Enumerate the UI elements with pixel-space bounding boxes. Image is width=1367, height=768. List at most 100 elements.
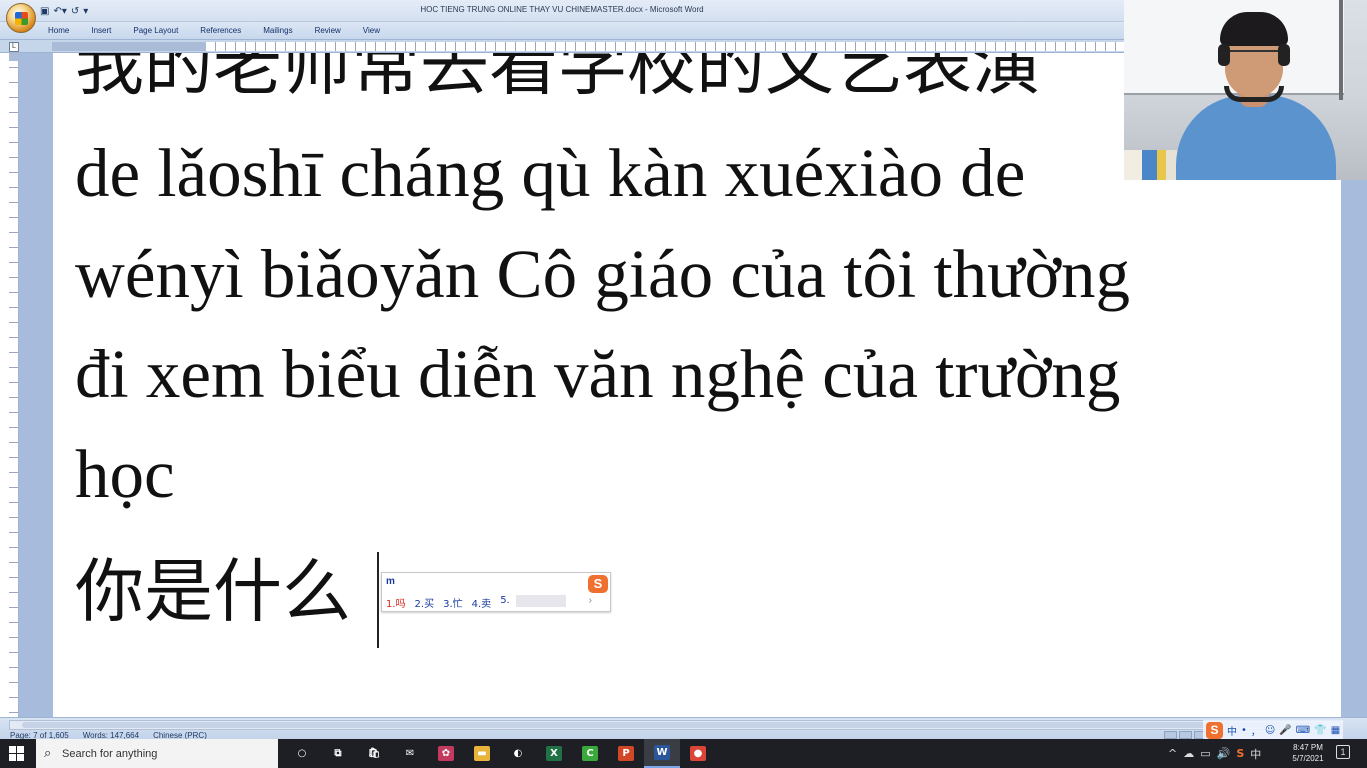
taskbar-app-powerpoint[interactable]: P	[608, 739, 644, 768]
tab-references[interactable]: References	[200, 26, 253, 35]
ime-candidate-5[interactable]: 5.	[500, 595, 510, 610]
powerpoint-icon: P	[618, 746, 634, 761]
tab-review[interactable]: Review	[315, 26, 353, 35]
document-line-2: de lǎoshī cháng qù kàn xuéxiào de	[75, 135, 1026, 211]
toolbox-icon[interactable]: ▦	[1331, 725, 1340, 736]
print-layout-view-button[interactable]	[1164, 731, 1177, 739]
books	[1124, 150, 1184, 180]
sogou-chinese-mode-button[interactable]: 中	[1227, 723, 1237, 738]
system-tray: ^ ☁ ▭ 🔊 S 中	[1168, 739, 1261, 768]
horizontal-ruler[interactable]	[52, 42, 1124, 51]
file-explorer-icon: ▬	[474, 746, 490, 761]
taskbar-app-chrome[interactable]: ●	[680, 739, 716, 768]
battery-icon[interactable]: ▭	[1200, 747, 1210, 760]
task-view-icon: ⧉	[330, 746, 346, 761]
ime-composition: m	[386, 576, 395, 587]
taskbar-app-mail[interactable]: ✉	[392, 739, 428, 768]
webcam-overlay	[1124, 0, 1367, 180]
tab-page-layout[interactable]: Page Layout	[133, 26, 190, 35]
chevron-right-icon[interactable]: ›	[589, 595, 592, 606]
cortana-icon: ○	[294, 746, 310, 761]
skin-icon[interactable]: 👕	[1314, 725, 1326, 736]
clock[interactable]: 8:47 PM 5/7/2021	[1283, 742, 1333, 764]
full-screen-view-button[interactable]	[1179, 731, 1192, 739]
ime-candidate-4[interactable]: 4.卖	[472, 595, 492, 610]
taskbar-app-camtasia[interactable]: C	[572, 739, 608, 768]
taskbar-app-task-view[interactable]: ⧉	[320, 739, 356, 768]
tab-selector-button[interactable]: L	[9, 42, 19, 52]
search-icon: ⌕	[44, 745, 52, 760]
onedrive-icon[interactable]: ☁	[1183, 747, 1194, 760]
office-logo-icon	[15, 12, 28, 25]
horizontal-scrollbar[interactable]	[9, 720, 1341, 730]
taskbar-app-media[interactable]: ◐	[500, 739, 536, 768]
tab-insert[interactable]: Insert	[91, 26, 123, 35]
whiteboard-frame	[1339, 0, 1343, 100]
taskbar-app-word[interactable]: W	[644, 739, 680, 768]
ribbon-tabs: Home Insert Page Layout References Maili…	[48, 26, 402, 35]
chrome-icon: ●	[690, 746, 706, 761]
vertical-ruler[interactable]	[9, 53, 19, 717]
taskbar-search[interactable]: ⌕ Search for anything	[36, 739, 278, 768]
sogou-tray-icon[interactable]: S	[1236, 747, 1244, 760]
tab-mailings[interactable]: Mailings	[263, 26, 304, 35]
office-button[interactable]	[6, 3, 36, 33]
ime-candidate-3[interactable]: 3.忙	[443, 595, 463, 610]
keyboard-icon[interactable]: ⌨	[1296, 725, 1310, 736]
sogou-punctuation-button[interactable]: •	[1241, 725, 1247, 736]
sogou-ime-toolbar: S 中 • ， ☺ 🎤 ⌨ 👕 ▦	[1203, 720, 1344, 740]
status-bar: Page: 7 of 1,605 Words: 147,664 Chinese …	[0, 717, 1367, 740]
taskbar-app-store[interactable]: 🛍	[356, 739, 392, 768]
ime-candidate-1[interactable]: 1.吗	[386, 595, 406, 610]
mail-icon: ✉	[402, 746, 418, 761]
headset-right	[1278, 44, 1290, 66]
presenter-shirt	[1176, 95, 1336, 180]
taskbar-apps: ○ ⧉ 🛍 ✉ ✿ ▬ ◐ X C P W ●	[284, 739, 716, 768]
ruler-left-margin	[52, 42, 206, 51]
title-bar: ▣ ↶▾ ↺ ▾ HOC TIENG TRUNG ONLINE THAY VU …	[0, 0, 1124, 33]
tab-view[interactable]: View	[363, 26, 392, 35]
sogou-logo-icon: S	[588, 575, 608, 593]
ruler-row: L	[0, 40, 1124, 53]
windows-start-icon[interactable]	[9, 746, 24, 761]
media-icon: ◐	[510, 746, 526, 761]
headset-left	[1218, 44, 1230, 66]
input-language-indicator[interactable]: 中	[1250, 746, 1261, 762]
notification-center-icon[interactable]: 1	[1336, 745, 1350, 759]
taskbar-app-cortana[interactable]: ○	[284, 739, 320, 768]
tray-expand-icon[interactable]: ^	[1168, 747, 1177, 760]
text-cursor	[377, 552, 379, 648]
sogou-toolbar-logo-icon[interactable]: S	[1206, 721, 1223, 739]
clock-time: 8:47 PM	[1293, 743, 1323, 752]
ime-candidate-5-blurred	[516, 595, 566, 607]
document-line-1: 我的老师常去看学校的文艺表演	[75, 53, 1041, 105]
microphone-icon[interactable]: 🎤	[1279, 725, 1291, 736]
document-line-3: wényì biǎoyǎn Cô giáo của tôi thường	[75, 236, 1131, 312]
headset-band	[1224, 86, 1284, 102]
window-title: HOC TIENG TRUNG ONLINE THAY VU CHINEMAST…	[420, 5, 704, 14]
document-line-6: 你是什么	[75, 552, 351, 632]
windows-taskbar: ⌕ Search for anything ○ ⧉ 🛍 ✉ ✿ ▬ ◐ X C P W ● ^ ☁ ▭…	[0, 739, 1367, 768]
ime-candidate-window: m S 1.吗 2.买 3.忙 4.卖 5. ›	[381, 572, 611, 612]
app-icon: ✿	[438, 746, 454, 761]
tab-home[interactable]: Home	[48, 26, 81, 35]
search-placeholder: Search for anything	[62, 748, 158, 760]
ime-candidates: 1.吗 2.买 3.忙 4.卖 5.	[386, 595, 510, 610]
word-icon: W	[654, 745, 670, 760]
ime-candidate-2[interactable]: 2.买	[415, 595, 435, 610]
taskbar-app-file-explorer[interactable]: ▬	[464, 739, 500, 768]
document-line-5: học	[75, 436, 175, 512]
ribbon: Home Insert Page Layout References Maili…	[0, 22, 1124, 40]
sogou-comma-button[interactable]: ，	[1251, 723, 1261, 738]
view-buttons	[1164, 731, 1207, 739]
camtasia-icon: C	[582, 746, 598, 761]
left-page-gutter	[19, 53, 53, 717]
emoji-icon[interactable]: ☺	[1265, 725, 1275, 736]
clock-date: 5/7/2021	[1292, 754, 1324, 763]
taskbar-app-excel[interactable]: X	[536, 739, 572, 768]
vertical-ruler-margin	[9, 53, 19, 61]
document-line-4: đi xem biểu diễn văn nghệ của trường	[75, 336, 1121, 412]
scrollbar-thumb[interactable]	[22, 722, 1322, 728]
volume-icon[interactable]: 🔊	[1217, 747, 1231, 760]
taskbar-app-app[interactable]: ✿	[428, 739, 464, 768]
